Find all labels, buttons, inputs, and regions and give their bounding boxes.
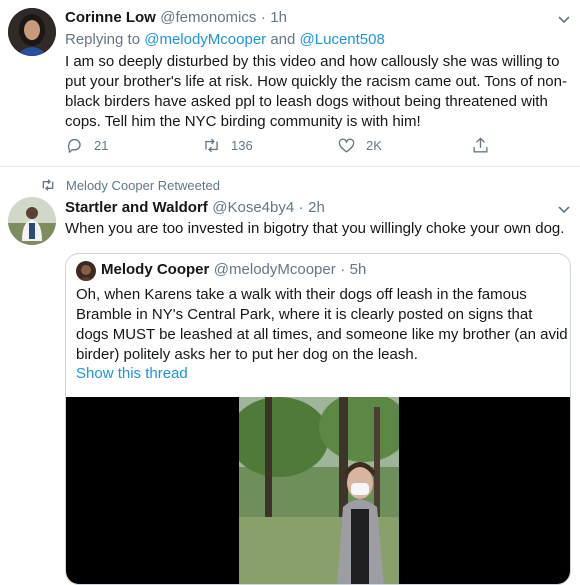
retweet-count: 136: [231, 138, 253, 153]
separator-dot: ·: [298, 199, 304, 216]
separator-dot: ·: [340, 261, 346, 278]
handle[interactable]: @melodyMcooper: [214, 261, 336, 278]
tweet-text: When you are too invested in bigotry tha…: [65, 220, 565, 237]
like-icon: [338, 138, 355, 153]
quoted-tweet[interactable]: Melody Cooper @melodyMcooper · 5h Oh, wh…: [65, 253, 571, 585]
chevron-down-icon[interactable]: [555, 10, 573, 28]
like-count: 2K: [366, 138, 382, 153]
avatar[interactable]: [8, 8, 56, 56]
reply-user-link[interactable]: @melodyMcooper: [144, 31, 266, 48]
timestamp[interactable]: 1h: [270, 9, 287, 26]
avatar[interactable]: [76, 261, 96, 281]
handle[interactable]: @femonomics: [160, 9, 256, 26]
retweet-icon: [205, 138, 218, 153]
video-frame: [239, 397, 399, 584]
retweet-button[interactable]: 136: [202, 136, 253, 155]
timestamp[interactable]: 5h: [350, 261, 367, 278]
quoted-tweet-text: Oh, when Karens take a walk with their d…: [76, 286, 568, 363]
display-name[interactable]: Corinne Low: [65, 9, 156, 26]
separator-dot: ·: [260, 9, 266, 26]
retweet-icon: [42, 179, 54, 191]
share-icon: [473, 137, 488, 153]
tweet-text: I am so deeply disturbed by this video a…: [65, 53, 567, 130]
display-name[interactable]: Melody Cooper: [101, 261, 209, 278]
share-button[interactable]: [471, 136, 490, 155]
display-name[interactable]: Startler and Waldorf: [65, 199, 208, 216]
avatar[interactable]: [8, 197, 56, 245]
reply-button[interactable]: 21: [65, 136, 108, 155]
retweet-context: Melody Cooper Retweeted: [40, 177, 220, 193]
retweeted-by[interactable]: Melody Cooper Retweeted: [66, 178, 220, 193]
video-player[interactable]: [66, 397, 570, 584]
show-thread-link[interactable]: Show this thread: [76, 365, 188, 382]
reply-icon: [67, 138, 81, 153]
handle[interactable]: @Kose4by4: [212, 199, 294, 216]
reply-user-link[interactable]: @Lucent508: [300, 31, 385, 48]
tweet-corinne-low[interactable]: Corinne Low @femonomics · 1h Replying to…: [0, 0, 580, 164]
tweet-startler-and-waldorf[interactable]: Melody Cooper Retweeted Startler and Wal…: [0, 167, 580, 585]
reply-count: 21: [94, 138, 109, 153]
timestamp[interactable]: 2h: [308, 199, 325, 216]
replying-to: Replying to @melodyMcooper and @Lucent50…: [65, 31, 385, 48]
chevron-down-icon[interactable]: [555, 200, 573, 218]
like-button[interactable]: 2K: [337, 136, 382, 155]
